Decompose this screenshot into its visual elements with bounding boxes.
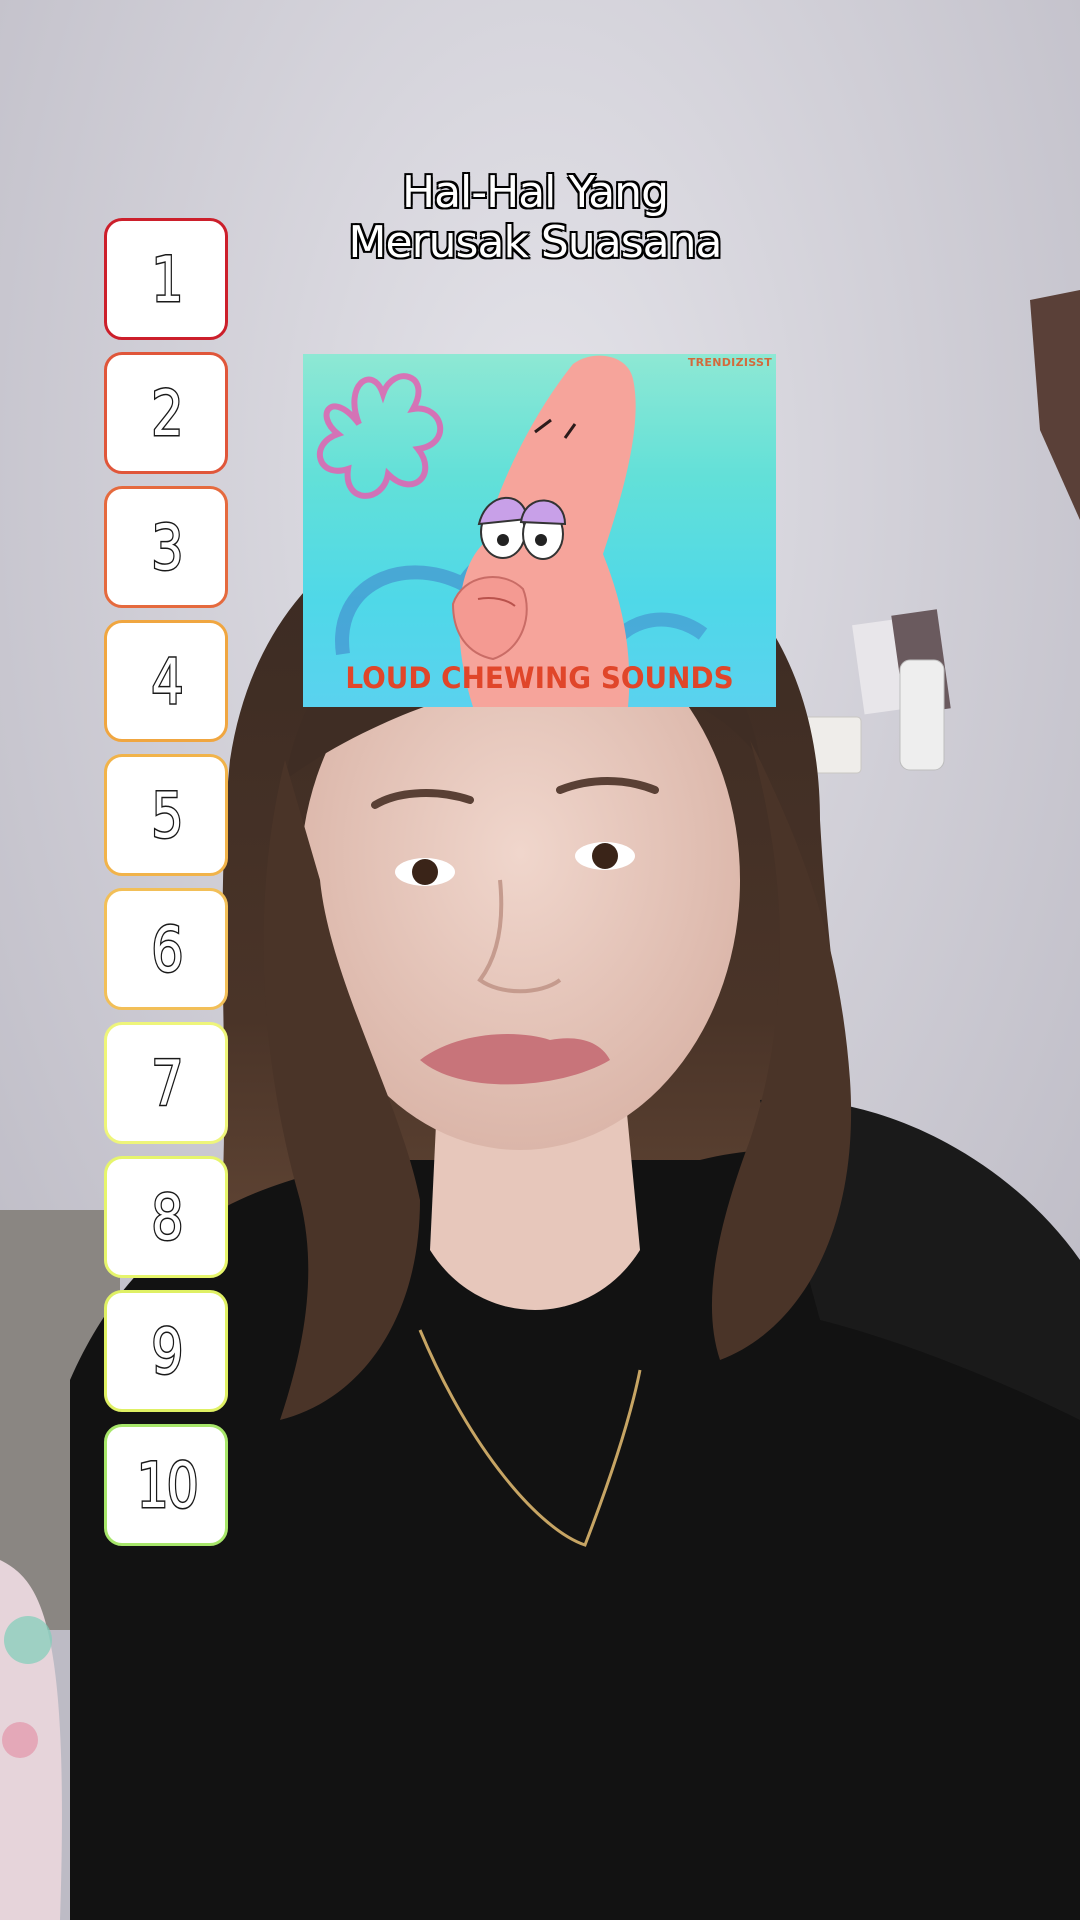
rank-slot-1: 1 — [104, 218, 228, 340]
title-line-2: Merusak Suasana — [348, 217, 724, 269]
title-line-1: Hal-Hal Yang — [401, 167, 670, 219]
rank-slot-2: 2 — [104, 352, 228, 474]
meme-caption: LOUD CHEWING SOUNDS — [345, 661, 734, 695]
rank-number: 2 — [150, 375, 185, 451]
rank-number: 6 — [150, 911, 185, 987]
ranking-list: 1 2 3 4 5 6 7 8 9 10 — [104, 218, 228, 1558]
rank-number: 5 — [150, 777, 185, 853]
rank-number: 1 — [150, 241, 185, 317]
overlay-title: Hal-Hal Yang Merusak Suasana — [280, 167, 790, 269]
rank-slot-6: 6 — [104, 888, 228, 1010]
patrick-star-icon — [316, 355, 708, 707]
rank-slot-7: 7 — [104, 1022, 228, 1144]
rank-slot-8: 8 — [104, 1156, 228, 1278]
rank-number: 7 — [150, 1045, 185, 1121]
rank-slot-9: 9 — [104, 1290, 228, 1412]
rank-slot-4: 4 — [104, 620, 228, 742]
rank-number: 4 — [150, 643, 185, 719]
rank-number: 3 — [150, 509, 185, 585]
rank-number: 8 — [150, 1179, 185, 1255]
flower-pattern-icon — [316, 373, 444, 499]
rank-slot-3: 3 — [104, 486, 228, 608]
rank-number: 9 — [150, 1313, 185, 1389]
rank-slot-5: 5 — [104, 754, 228, 876]
meme-watermark: TRENDIZISST — [687, 356, 772, 369]
rank-number: 10 — [135, 1447, 200, 1523]
meme-image: TRENDIZISST LOUD CHEWING SOUNDS — [303, 354, 776, 707]
rank-slot-10: 10 — [104, 1424, 228, 1546]
